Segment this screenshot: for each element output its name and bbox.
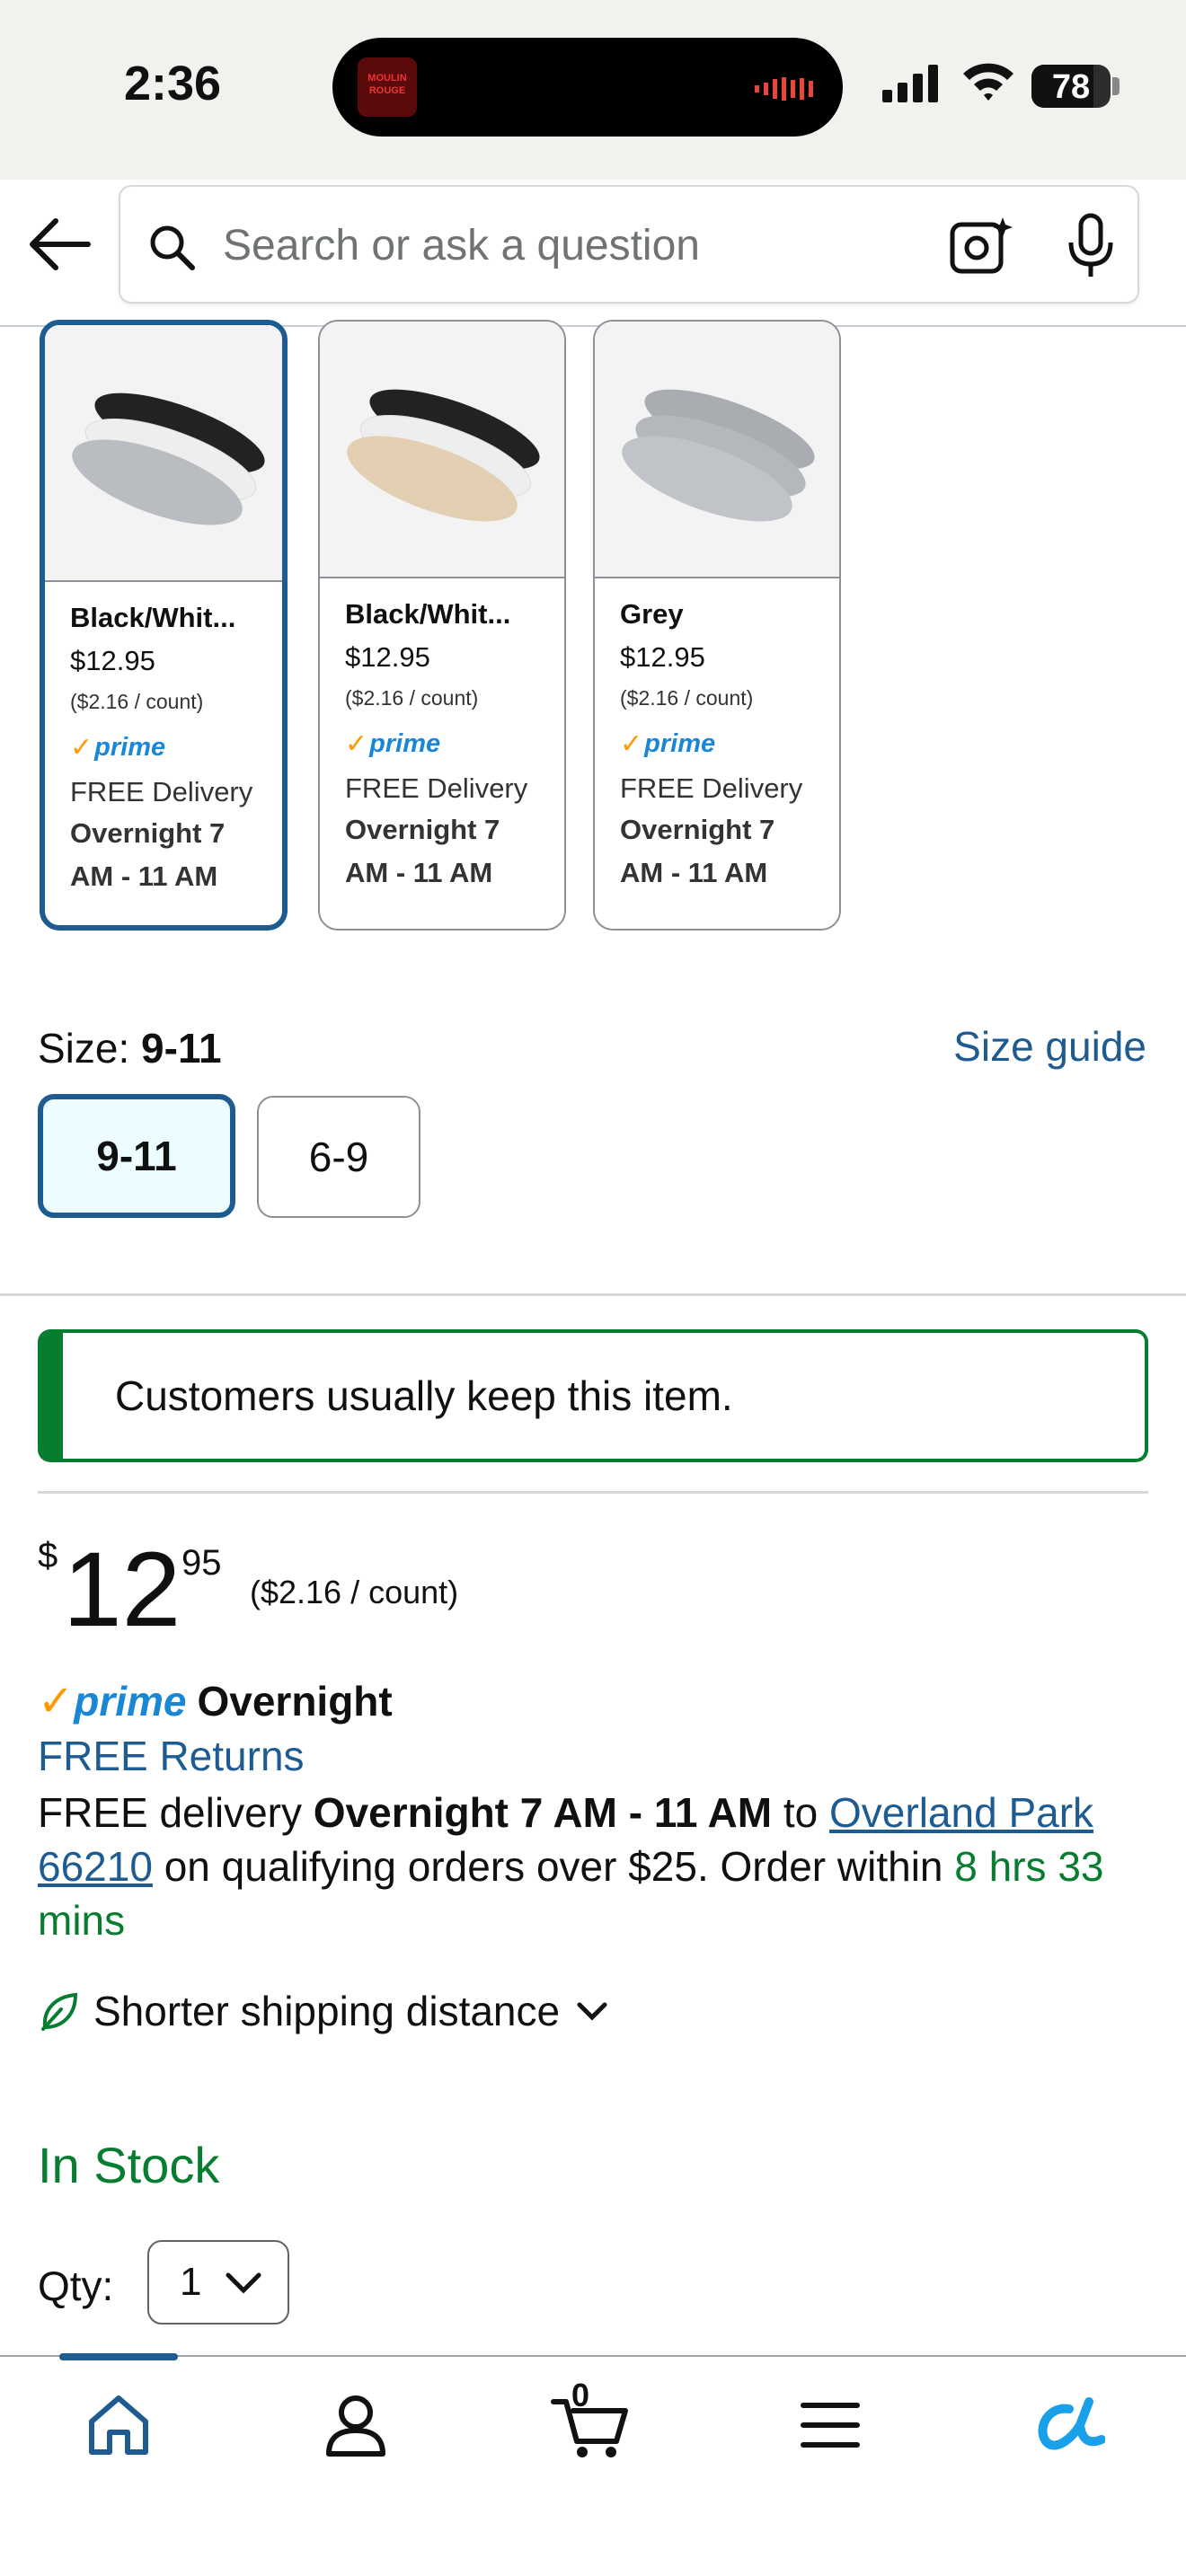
prime-badge: ✓ prime xyxy=(345,729,441,759)
socks-image xyxy=(622,389,815,522)
microphone-icon[interactable] xyxy=(1064,212,1118,280)
prime-check-icon: ✓ xyxy=(345,729,368,759)
swatch-image xyxy=(45,325,282,582)
size-guide-link[interactable]: Size guide xyxy=(953,1022,1146,1071)
battery-indicator: 78 xyxy=(1031,65,1111,108)
chevron-down-icon xyxy=(226,2272,261,2294)
socks-image xyxy=(347,389,540,522)
audio-waveform-icon xyxy=(755,77,813,101)
swatch-image xyxy=(320,322,564,578)
battery-level: 78 xyxy=(1051,68,1091,106)
swatch-image xyxy=(595,322,839,578)
shipping-distance-toggle[interactable]: Shorter shipping distance xyxy=(38,1987,608,2035)
search-icon xyxy=(150,225,195,270)
back-arrow-icon[interactable] xyxy=(25,216,93,273)
swatch-delivery-window: Overnight 7 AM - 11 AM xyxy=(70,817,226,892)
qty-value: 1 xyxy=(180,2260,202,2304)
swatch-name: Black/Whit... xyxy=(70,602,236,633)
delivery-message: FREE delivery Overnight 7 AM - 11 AM to … xyxy=(38,1789,1104,1944)
size-option-9-11[interactable]: 9-11 xyxy=(38,1094,235,1218)
socks-image xyxy=(72,393,265,525)
chevron-down-icon xyxy=(577,2002,607,2021)
home-icon[interactable] xyxy=(83,2389,155,2461)
rufus-ai-icon[interactable] xyxy=(1030,2389,1105,2461)
swatch-unit-price: ($2.16 / count) xyxy=(70,690,204,713)
swatch-delivery: FREE Delivery xyxy=(345,772,528,804)
color-swatch-grey[interactable]: Grey $12.95 ($2.16 / count) ✓ prime FREE … xyxy=(593,320,841,931)
leaf-icon xyxy=(41,1992,78,2031)
prime-check-icon: ✓ xyxy=(620,729,643,759)
price-fraction: 95 xyxy=(181,1543,222,1583)
prime-logo: prime xyxy=(74,1678,187,1725)
qty-label: Qty: xyxy=(38,2263,114,2309)
camera-search-icon[interactable] xyxy=(947,214,1015,278)
menu-icon[interactable] xyxy=(794,2389,866,2461)
status-bar: 2:36 MOULIN ROUGE 78 Search or ask a que… xyxy=(0,0,1186,304)
swatch-delivery-window: Overnight 7 AM - 11 AM xyxy=(345,814,500,888)
color-swatch-black-white-1[interactable]: Black/Whit... $12.95 ($2.16 / count) ✓ pr… xyxy=(40,320,288,931)
battery-tip xyxy=(1112,77,1120,95)
cart-count: 0 xyxy=(571,2377,590,2413)
price-whole: 12 xyxy=(63,1531,181,1649)
swatch-delivery: FREE Delivery xyxy=(620,772,803,804)
shipping-note: Shorter shipping distance xyxy=(93,1988,561,2034)
cellular-signal-icon xyxy=(882,65,938,102)
swatch-name: Black/Whit... xyxy=(345,598,511,630)
section-divider xyxy=(38,1491,1148,1494)
swatch-name: Grey xyxy=(620,598,684,630)
dynamic-island[interactable]: MOULIN ROUGE xyxy=(332,38,843,137)
delivery-window: Overnight 7 AM - 11 AM xyxy=(313,1789,773,1836)
cart-icon xyxy=(551,2399,628,2457)
swatch-unit-price: ($2.16 / count) xyxy=(620,686,754,710)
cart-button[interactable]: 0 xyxy=(550,2377,631,2461)
status-time: 2:36 xyxy=(124,57,222,110)
swatch-unit-price: ($2.16 / count) xyxy=(345,686,479,710)
size-selected-value: 9-11 xyxy=(141,1025,222,1072)
prime-badge: ✓ prime xyxy=(70,733,166,763)
swatch-price: $12.95 xyxy=(620,641,705,673)
search-input[interactable]: Search or ask a question xyxy=(223,221,700,270)
now-playing-artwork: MOULIN ROUGE xyxy=(358,57,417,117)
section-divider xyxy=(0,1293,1186,1296)
active-tab-indicator xyxy=(59,2353,178,2360)
quantity-select[interactable]: 1 xyxy=(147,2240,289,2325)
prime-check-icon: ✓ xyxy=(70,733,93,763)
stock-status: In Stock xyxy=(38,2137,220,2193)
prime-check-icon: ✓ xyxy=(38,1678,75,1725)
color-swatch-black-white-2[interactable]: Black/Whit... $12.95 ($2.16 / count) ✓ pr… xyxy=(318,320,566,931)
swatch-delivery-window: Overnight 7 AM - 11 AM xyxy=(620,814,775,888)
swatch-delivery: FREE Delivery xyxy=(70,776,253,807)
prime-overnight: ✓ prime Overnight xyxy=(38,1676,393,1726)
price-currency: $ xyxy=(38,1536,58,1575)
account-icon[interactable] xyxy=(320,2389,392,2461)
swatch-price: $12.95 xyxy=(70,645,155,676)
bottom-nav: 0 xyxy=(0,2353,1186,2576)
size-option-6-9[interactable]: 6-9 xyxy=(257,1096,420,1218)
wifi-icon xyxy=(963,63,1013,101)
keep-item-banner: Customers usually keep this item. xyxy=(38,1329,1148,1462)
overnight-label: Overnight xyxy=(197,1678,393,1725)
prime-badge: ✓ prime xyxy=(620,729,716,759)
swatch-price: $12.95 xyxy=(345,641,430,673)
search-bar[interactable]: Search or ask a question xyxy=(119,185,1139,304)
price-per-count: ($2.16 / count) xyxy=(250,1574,459,1610)
size-label: Size: 9-11 xyxy=(38,1025,222,1072)
free-returns-link[interactable]: FREE Returns xyxy=(38,1732,305,1780)
